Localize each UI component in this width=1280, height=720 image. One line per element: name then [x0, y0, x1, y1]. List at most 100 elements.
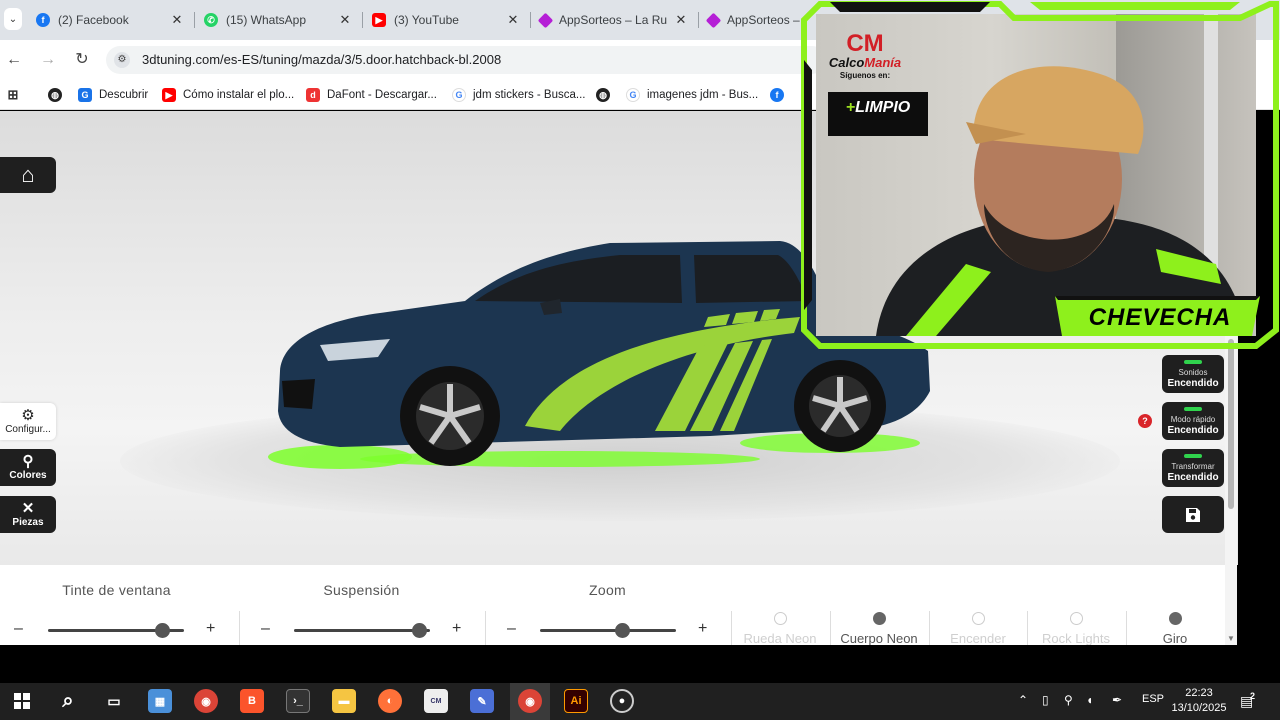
site-settings-icon[interactable]: ⚙	[114, 52, 130, 68]
globe-bookmark[interactable]: ◍	[48, 86, 69, 104]
radio-dot[interactable]	[1169, 612, 1182, 625]
system-clock[interactable]: 22:23 13/10/2025	[1168, 686, 1230, 716]
search-icon[interactable]: ⌕	[56, 689, 80, 713]
tab-separator	[362, 12, 363, 28]
save-button[interactable]	[1162, 496, 1224, 533]
tab-appsorteos-2[interactable]: AppSorteos – La	[700, 6, 810, 34]
slider-knob[interactable]	[155, 623, 171, 638]
task-view-icon[interactable]: ▭	[102, 689, 126, 713]
tab-appsorteos-1[interactable]: AppSorteos – La Ru ✕	[532, 6, 696, 34]
tab-label: (15) WhatsApp	[226, 13, 307, 27]
scrollbar-thumb[interactable]	[1228, 339, 1234, 509]
volume-icon[interactable]: ◖	[1086, 693, 1093, 707]
option-label: Cuerpo Neon	[840, 631, 918, 646]
sponsor-logo: +LIMPIO	[828, 92, 928, 136]
tab-label: (3) YouTube	[394, 13, 459, 27]
decrease-button[interactable]: –	[507, 620, 516, 638]
illustrator-icon[interactable]: Ai	[564, 689, 588, 713]
sponsor-name: LIMPIO	[855, 99, 911, 116]
notepad-icon[interactable]: ✎	[470, 689, 494, 713]
radio-dot[interactable]	[972, 612, 985, 625]
option-rock-lights[interactable]: Rock Lights	[1028, 611, 1124, 646]
close-icon[interactable]: ✕	[674, 12, 688, 28]
option-wheel-neon[interactable]: Rueda Neon	[732, 611, 828, 646]
tab-separator	[194, 12, 195, 28]
obs-icon[interactable]: ●	[610, 689, 634, 713]
help-badge[interactable]: ?	[1138, 414, 1152, 428]
start-button[interactable]	[10, 689, 34, 713]
bookmark-descubrir[interactable]: G Descubrir	[78, 86, 148, 104]
option-spin[interactable]: Giro	[1127, 611, 1223, 646]
file-explorer-icon[interactable]: ▬	[332, 689, 356, 713]
terminal-icon[interactable]: ›_	[286, 689, 310, 713]
chrome-active-icon[interactable]: ◉	[518, 689, 542, 713]
close-icon[interactable]: ✕	[170, 12, 184, 28]
slider-track[interactable]	[294, 629, 430, 632]
bookmark-como-instalar[interactable]: ▶ Cómo instalar el plo...	[162, 86, 294, 104]
tab-whatsapp[interactable]: ✆ (15) WhatsApp ✕	[196, 6, 360, 34]
decrease-button[interactable]: –	[261, 620, 270, 638]
battery-icon[interactable]: ▯	[1042, 693, 1049, 707]
language-indicator[interactable]: ESP	[1142, 693, 1164, 705]
bookmark-label: jdm stickers - Busca...	[473, 89, 586, 101]
sounds-toggle[interactable]: Sonidos Encendido	[1162, 355, 1224, 393]
notification-count: 2	[1250, 691, 1256, 701]
apps-bookmark[interactable]: ⊞	[6, 86, 27, 104]
slider-knob[interactable]	[614, 623, 630, 638]
tray-chevron-icon[interactable]: ⌃	[1018, 693, 1028, 707]
clock-time: 22:23	[1185, 687, 1213, 699]
logo-brand: CalcoManía	[828, 55, 902, 70]
decrease-button[interactable]: –	[14, 620, 23, 638]
pen-icon[interactable]: ✒	[1112, 693, 1122, 707]
youtube-icon: ▶	[162, 88, 176, 102]
tab-search-button[interactable]: ⌄	[4, 8, 22, 30]
increase-button[interactable]: +	[452, 620, 461, 638]
increase-button[interactable]: +	[698, 620, 707, 638]
divider	[485, 611, 486, 645]
brave-icon[interactable]: B	[240, 689, 264, 713]
colors-button[interactable]: ⚲ Colores	[0, 449, 56, 486]
config-button[interactable]: ⚙ Configur...	[0, 403, 56, 440]
logo-initials: CM	[846, 30, 884, 57]
address-bar[interactable]: ⚙ 3dtuning.com/es-ES/tuning/mazda/3/5.do…	[106, 46, 826, 74]
quick-mode-toggle[interactable]: Modo rápido Encendido	[1162, 402, 1224, 440]
globe-icon: ◍	[48, 88, 62, 102]
page-scrollbar[interactable]: ▼	[1225, 335, 1237, 645]
radio-dot[interactable]	[774, 612, 787, 625]
calculator-icon[interactable]: ▦	[148, 689, 172, 713]
facebook-bookmark[interactable]: f	[770, 86, 791, 104]
bookmark-imagenes-jdm[interactable]: G imagenes jdm - Bus...	[626, 86, 758, 104]
tab-facebook[interactable]: f (2) Facebook ✕	[28, 6, 192, 34]
bookmark-label: Descubrir	[99, 89, 149, 101]
bookmark-dafont[interactable]: d DaFont - Descargar...	[306, 86, 437, 104]
reload-icon[interactable]: ↻	[72, 50, 92, 70]
scroll-down-icon[interactable]: ▼	[1227, 634, 1235, 643]
slider-label: Tinte de ventana	[62, 582, 171, 598]
slider-knob[interactable]	[412, 623, 428, 638]
option-turn-on[interactable]: Encender	[930, 611, 1026, 646]
transform-toggle[interactable]: Transformar Encendido	[1162, 449, 1224, 487]
back-icon[interactable]: ←	[4, 50, 24, 70]
close-icon[interactable]: ✕	[338, 12, 352, 28]
parts-button[interactable]: ✕ Piezas	[0, 496, 56, 533]
calcomania-app-icon[interactable]: CM	[424, 689, 448, 713]
radio-dot[interactable]	[873, 612, 886, 625]
chrome-icon[interactable]: ◉	[194, 689, 218, 713]
home-button[interactable]: ⌂	[0, 157, 56, 193]
tab-youtube[interactable]: ▶ (3) YouTube ✕	[364, 6, 528, 34]
firefox-icon[interactable]: ◐	[378, 689, 402, 713]
divider	[239, 611, 240, 645]
microphone-icon[interactable]: ⚲	[1064, 693, 1073, 707]
forward-icon[interactable]: →	[38, 50, 58, 70]
apps-grid-icon: ⊞	[7, 87, 19, 102]
increase-button[interactable]: +	[206, 620, 215, 638]
slider-track[interactable]	[540, 629, 676, 632]
facebook-icon: f	[770, 88, 784, 102]
close-icon[interactable]: ✕	[506, 12, 520, 28]
option-body-neon[interactable]: Cuerpo Neon	[831, 611, 927, 646]
bookmark-jdm-stickers[interactable]: G jdm stickers - Busca...	[452, 86, 585, 104]
globe-bookmark-2[interactable]: ◍	[596, 86, 617, 104]
radio-dot[interactable]	[1070, 612, 1083, 625]
bookmark-label: DaFont - Descargar...	[327, 89, 437, 101]
config-label: Configur...	[5, 424, 51, 435]
